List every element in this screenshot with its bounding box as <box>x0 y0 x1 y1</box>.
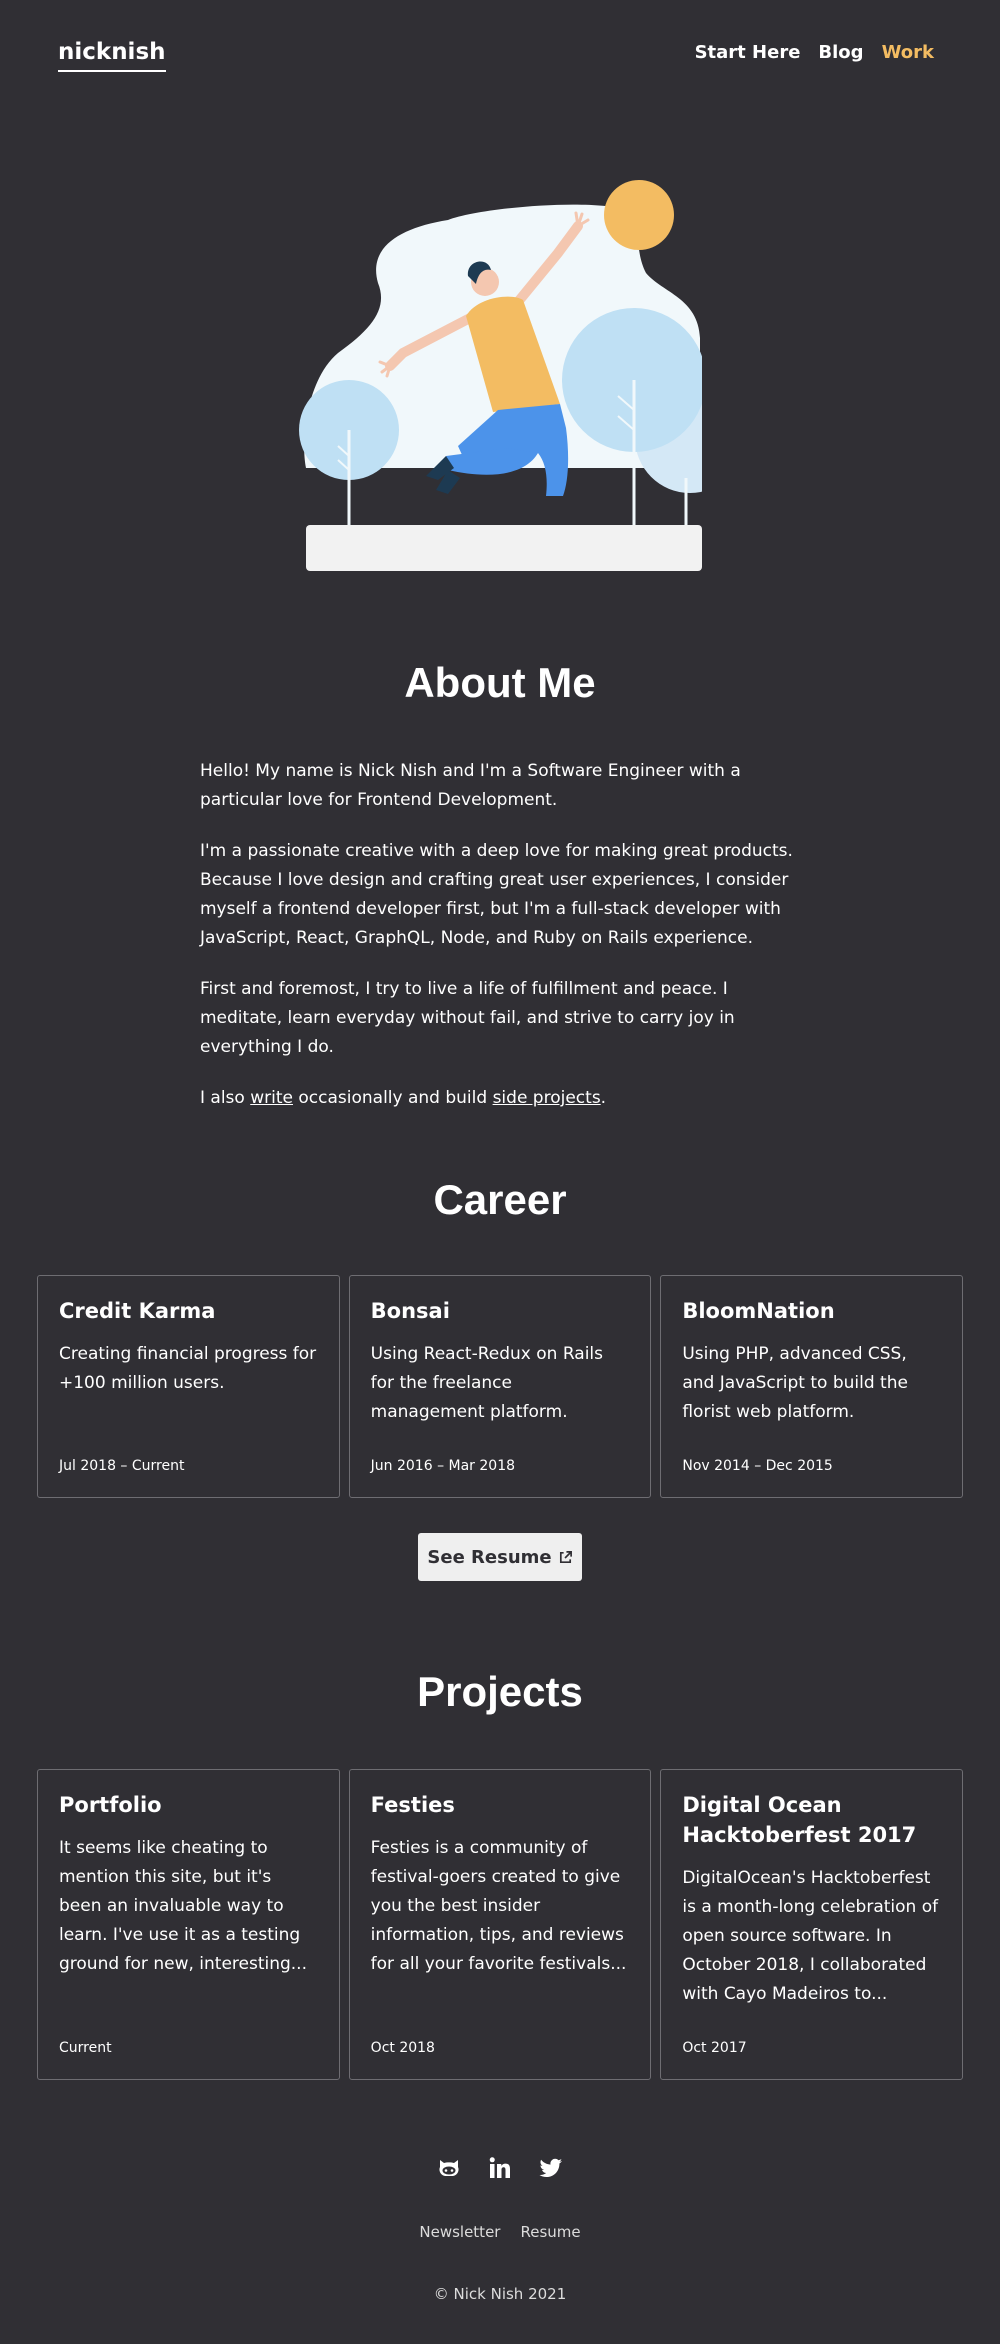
footer-link-resume[interactable]: Resume <box>520 2223 580 2241</box>
main-nav: Start Here Blog Work <box>695 42 934 64</box>
github-icon[interactable] <box>437 2156 461 2180</box>
career-title: Career <box>433 1176 567 1223</box>
about-last-line: I also write occasionally and build side… <box>200 1088 607 1108</box>
card-date: Oct 2018 <box>370 2040 435 2056</box>
write-link[interactable]: write <box>250 1088 293 1108</box>
projects-title: Projects <box>417 1668 583 1715</box>
hero-illustration <box>299 180 702 571</box>
ground <box>306 525 702 571</box>
card-description: Festies is a community of festival-goers… <box>370 1838 627 1974</box>
project-card[interactable]: Portfolio It seems like cheating to ment… <box>37 1769 340 2080</box>
career-card[interactable]: Credit Karma Creating financial progress… <box>37 1275 340 1498</box>
card-description: DigitalOcean's Hacktoberfest is a month-… <box>682 1868 939 2004</box>
card-date: Jun 2016 – Mar 2018 <box>370 1458 516 1474</box>
nav-work[interactable]: Work <box>882 42 934 64</box>
about-paragraph: Hello! My name is Nick Nish and I'm a So… <box>200 761 741 810</box>
social-links <box>0 2156 1000 2180</box>
twitter-icon[interactable] <box>539 2156 563 2180</box>
nav-blog[interactable]: Blog <box>818 42 863 64</box>
career-cards: Credit Karma Creating financial progress… <box>37 1275 964 1498</box>
card-description: Using PHP, advanced CSS, and JavaScript … <box>682 1344 908 1422</box>
card-description: Using React-Redux on Rails for the freel… <box>370 1344 604 1422</box>
card-date: Oct 2017 <box>682 2040 747 2056</box>
copyright: © Nick Nish 2021 <box>433 2285 567 2303</box>
site-logo[interactable]: nicknish <box>58 38 166 72</box>
career-card[interactable]: Bonsai Using React-Redux on Rails for th… <box>348 1275 652 1498</box>
card-date: Nov 2014 – Dec 2015 <box>682 1458 833 1474</box>
card-date: Current <box>59 2040 112 2056</box>
project-card[interactable]: Digital Ocean Hacktoberfest 2017 Digital… <box>660 1769 964 2080</box>
nav-start-here[interactable]: Start Here <box>695 42 801 64</box>
card-title: Credit Karma <box>59 1299 216 1323</box>
resume-button-label: See Resume <box>427 1546 552 1568</box>
card-title: Bonsai <box>370 1299 450 1323</box>
big-tree-top <box>562 308 702 452</box>
card-date: Jul 2018 – Current <box>59 1458 185 1474</box>
side-projects-link[interactable]: side projects <box>493 1088 601 1108</box>
linkedin-icon[interactable] <box>488 2156 512 2180</box>
card-title: Digital Ocean Hacktoberfest 2017 <box>682 1793 917 1847</box>
card-title: Festies <box>370 1793 455 1817</box>
project-cards: Portfolio It seems like cheating to ment… <box>37 1769 964 2080</box>
about-title: About Me <box>404 659 596 706</box>
external-link-icon <box>559 1550 572 1563</box>
about-content: Hello! My name is Nick Nish and I'm a So… <box>200 757 810 1135</box>
card-title: BloomNation <box>682 1299 835 1323</box>
footer-link-newsletter[interactable]: Newsletter <box>419 2223 500 2241</box>
see-resume-button[interactable]: See Resume <box>418 1533 582 1581</box>
card-description: It seems like cheating to mention this s… <box>59 1838 307 1974</box>
card-description: Creating financial progress for +100 mil… <box>59 1344 317 1393</box>
career-card[interactable]: BloomNation Using PHP, advanced CSS, and… <box>660 1275 964 1498</box>
site-header: nicknish Start Here Blog Work <box>0 0 1000 110</box>
sun-circle <box>604 180 674 250</box>
about-paragraph: First and foremost, I try to live a life… <box>200 979 735 1057</box>
card-title: Portfolio <box>59 1793 162 1817</box>
about-paragraph: I'm a passionate creative with a deep lo… <box>200 841 793 948</box>
project-card[interactable]: Festies Festies is a community of festiv… <box>348 1769 652 2080</box>
footer-links: Newsletter Resume <box>0 2223 1000 2241</box>
